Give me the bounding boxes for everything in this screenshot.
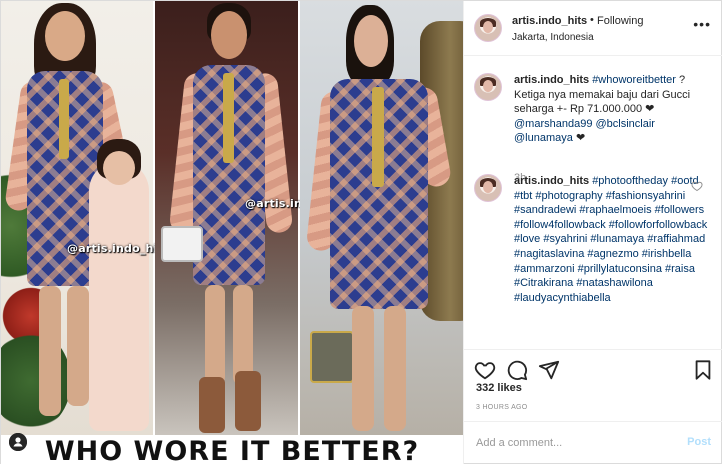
avatar[interactable] bbox=[474, 73, 502, 101]
comment-text: artis.indo_hits #photooftheday #ootd #tbt… bbox=[514, 174, 714, 305]
mention-link[interactable]: @marshanda99 bbox=[514, 118, 592, 130]
comment-username[interactable]: artis.indo_hits bbox=[514, 175, 589, 187]
add-comment-section: Post bbox=[464, 421, 722, 464]
separator-dot: • bbox=[590, 14, 594, 26]
avatar[interactable] bbox=[474, 174, 502, 202]
post-button[interactable]: Post bbox=[687, 436, 711, 448]
comments-list[interactable]: artis.indo_hits #whoworeitbetter ? Ketiga… bbox=[464, 57, 722, 349]
ellipsis-icon[interactable]: ••• bbox=[693, 16, 711, 32]
photo-middle bbox=[155, 1, 298, 435]
post-media[interactable]: @artis.indo_hits @artis.indo_hits WHO WO… bbox=[1, 1, 463, 464]
heart-icon[interactable] bbox=[474, 359, 496, 381]
hashtag-list[interactable]: #photooftheday #ootd #tbt #photography #… bbox=[514, 175, 707, 304]
heart-outline-icon[interactable] bbox=[691, 180, 703, 192]
avatar[interactable] bbox=[474, 14, 502, 42]
bookmark-icon[interactable] bbox=[692, 359, 714, 381]
comment-input[interactable] bbox=[476, 434, 666, 452]
likes-count[interactable]: 332 likes bbox=[476, 382, 522, 394]
comment-bubble-icon[interactable] bbox=[506, 359, 528, 381]
mention-link[interactable]: @lunamaya bbox=[514, 132, 573, 144]
post-header: artis.indo_hits • Following Jakarta, Ind… bbox=[464, 1, 722, 56]
caption-text: artis.indo_hits #whoworeitbetter ? Ketiga… bbox=[514, 73, 714, 146]
mention-link[interactable]: @bclsinclair bbox=[596, 118, 655, 130]
paper-plane-icon[interactable] bbox=[538, 359, 560, 381]
post-sidebar: artis.indo_hits • Following Jakarta, Ind… bbox=[463, 1, 722, 464]
location-link[interactable]: Jakarta, Indonesia bbox=[512, 32, 594, 43]
user-tag-icon[interactable] bbox=[9, 433, 27, 451]
photo-right bbox=[300, 1, 463, 435]
instagram-post: @artis.indo_hits @artis.indo_hits WHO WO… bbox=[0, 0, 722, 464]
following-button[interactable]: Following bbox=[597, 15, 643, 27]
banner-title: WHO WORE IT BETTER? bbox=[44, 436, 420, 464]
heart-emoji: ❤ bbox=[575, 132, 586, 145]
caption-username[interactable]: artis.indo_hits bbox=[514, 74, 589, 86]
header-username[interactable]: artis.indo_hits bbox=[512, 15, 587, 27]
hashtag-link[interactable]: #whoworeitbetter bbox=[592, 74, 676, 86]
post-timestamp[interactable]: 3 HOURS AGO bbox=[476, 404, 528, 411]
photo-left bbox=[1, 1, 153, 435]
